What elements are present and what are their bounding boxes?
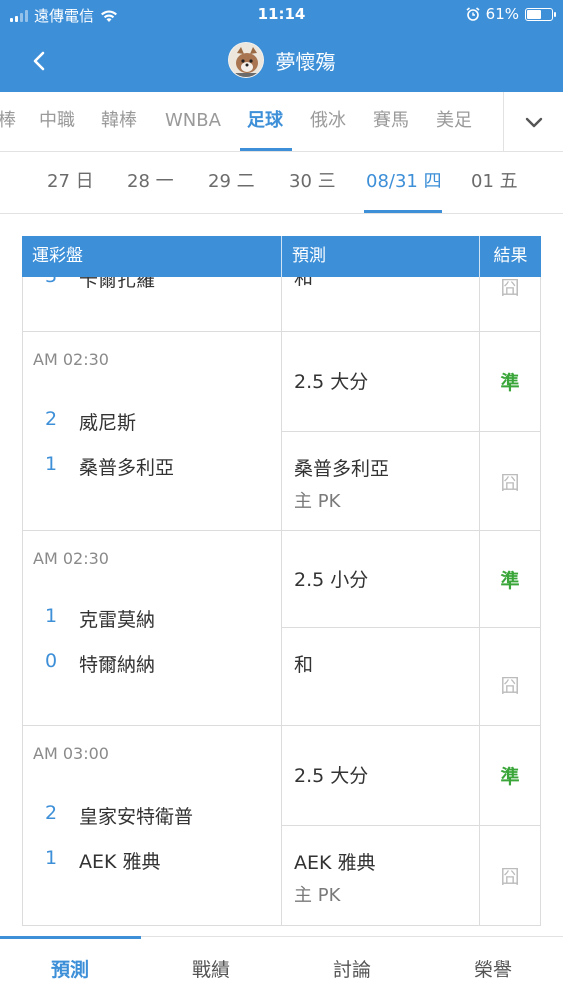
result-mark: 準 xyxy=(500,570,520,592)
pick-text: 2.5 大分 xyxy=(294,371,369,393)
pick-cell: 2.5 小分 xyxy=(282,531,480,627)
header-result: 結果 xyxy=(479,236,541,277)
away-score: 0 xyxy=(45,650,58,672)
tab-wnba[interactable]: WNBA xyxy=(165,92,221,151)
result-mark: 囧 xyxy=(500,277,520,299)
pick-text: 2.5 小分 xyxy=(294,569,369,591)
date-tab-underline xyxy=(364,210,442,213)
sport-tabs: 棒 中職 韓棒 WNBA 足球 俄冰 賽馬 美足 xyxy=(0,92,563,152)
dog-avatar-icon xyxy=(228,43,263,77)
table-row[interactable]: 3 卡爾扎羅 和 囧 xyxy=(22,265,541,332)
date-tab-0831[interactable]: 08/31 四 xyxy=(366,152,442,212)
more-tabs-button[interactable] xyxy=(503,92,563,151)
tab-kbo[interactable]: 韓棒 xyxy=(101,92,137,151)
result-mark: 準 xyxy=(500,766,520,788)
nav-record[interactable]: 戰績 xyxy=(141,937,281,1000)
tab-soccer[interactable]: 足球 xyxy=(247,92,283,151)
home-team-name: 皇家安特衛普 xyxy=(79,806,194,828)
kickoff-time: AM 03:00 xyxy=(33,744,109,763)
home-score: 1 xyxy=(45,605,58,627)
pick-text: 和 xyxy=(294,654,314,676)
table-row[interactable]: AM 02:30 2 威尼斯 1 桑普多利亞 2.5 大分 準 桑普多利亞 主 … xyxy=(22,332,541,531)
battery-percent: 61% xyxy=(485,5,519,23)
result-mark: 囧 xyxy=(500,675,520,697)
away-team-line: 0 特爾納納 xyxy=(23,650,282,676)
home-team-name: 克雷莫納 xyxy=(79,609,156,631)
teams-cell: AM 02:30 1 克雷莫納 0 特爾納納 xyxy=(23,531,282,725)
bottom-nav: 預測 戰績 討論 榮譽 xyxy=(0,936,563,1000)
pick-subtext: 主 PK xyxy=(294,885,341,906)
home-score: 2 xyxy=(45,802,58,824)
pick-subtext: 主 PK xyxy=(294,491,341,512)
status-right: 61% xyxy=(466,5,556,23)
header-prediction: 預測 xyxy=(281,236,479,277)
date-tab-27[interactable]: 27 日 xyxy=(47,152,94,212)
away-score: 1 xyxy=(45,453,58,475)
result-mark: 囧 xyxy=(500,866,520,888)
result-mark: 囧 xyxy=(500,472,520,494)
pick-cell: 2.5 大分 xyxy=(282,726,480,825)
pick-cell: 2.5 大分 xyxy=(282,332,480,431)
pick-cell: 和 xyxy=(282,628,480,725)
pick-cell: 桑普多利亞 主 PK xyxy=(282,432,480,530)
date-tab-01[interactable]: 01 五 xyxy=(471,152,518,212)
battery-icon xyxy=(525,7,556,21)
tab-baseball[interactable]: 棒 xyxy=(0,92,16,151)
away-team-name: AEK 雅典 xyxy=(79,851,161,873)
home-team-line: 1 克雷莫納 xyxy=(23,605,282,631)
nav-honors[interactable]: 榮譽 xyxy=(423,937,563,1000)
home-team-line: 2 皇家安特衛普 xyxy=(23,802,282,828)
home-team-line: 2 威尼斯 xyxy=(23,408,282,434)
title-wrap: 夢懷殤 xyxy=(0,42,563,78)
kickoff-time: AM 02:30 xyxy=(33,549,109,568)
date-tab-30[interactable]: 30 三 xyxy=(289,152,336,212)
table-row[interactable]: AM 02:30 1 克雷莫納 0 特爾納納 2.5 小分 準 和 囧 xyxy=(22,531,541,726)
home-team-name: 威尼斯 xyxy=(79,412,137,434)
away-team-line: 1 桑普多利亞 xyxy=(23,453,282,479)
nav-predictions[interactable]: 預測 xyxy=(0,937,140,1000)
away-team-name: 桑普多利亞 xyxy=(79,457,175,479)
pick-cell: AEK 雅典 主 PK xyxy=(282,826,480,925)
tab-cpbl[interactable]: 中職 xyxy=(39,92,75,151)
battery-level xyxy=(527,9,541,19)
pick-text: 2.5 大分 xyxy=(294,765,369,787)
away-score: 1 xyxy=(45,847,58,869)
chevron-down-icon xyxy=(525,117,542,127)
away-team-name: 特爾納納 xyxy=(79,654,156,676)
pick-text: 桑普多利亞 xyxy=(294,458,390,480)
pick-text: AEK 雅典 xyxy=(294,852,376,874)
predictions-table: 運彩盤 預測 結果 3 卡爾扎羅 和 囧 AM 02:30 2 威尼斯 1 桑普… xyxy=(22,236,541,936)
app-header: 遠傳電信 11:14 61% 夢懷殤 xyxy=(0,0,563,92)
away-team-line: 1 AEK 雅典 xyxy=(23,847,282,873)
tab-khl[interactable]: 俄冰 xyxy=(310,92,346,151)
pick-cell: 和 xyxy=(282,267,480,331)
nav-bar: 夢懷殤 xyxy=(0,30,563,92)
header-odds: 運彩盤 xyxy=(32,246,83,266)
result-mark: 準 xyxy=(500,372,520,394)
alarm-icon xyxy=(466,7,480,21)
tab-horse-racing[interactable]: 賽馬 xyxy=(373,92,409,151)
status-bar: 遠傳電信 11:14 61% xyxy=(0,0,563,30)
teams-cell: AM 03:00 2 皇家安特衛普 1 AEK 雅典 xyxy=(23,726,282,925)
date-tab-28[interactable]: 28 一 xyxy=(127,152,174,212)
teams-cell: 3 卡爾扎羅 xyxy=(23,265,282,331)
date-tabs: 27 日 28 一 29 二 30 三 08/31 四 01 五 xyxy=(0,152,563,214)
table-row[interactable]: AM 03:00 2 皇家安特衛普 1 AEK 雅典 2.5 大分 準 AEK … xyxy=(22,726,541,926)
home-score: 2 xyxy=(45,408,58,430)
page-title: 夢懷殤 xyxy=(275,49,336,74)
sport-tab-underline xyxy=(240,148,292,151)
date-tab-29[interactable]: 29 二 xyxy=(208,152,255,212)
kickoff-time: AM 02:30 xyxy=(33,350,109,369)
avatar[interactable] xyxy=(227,42,264,78)
table-header: 運彩盤 預測 結果 xyxy=(22,236,541,277)
nav-discussion[interactable]: 討論 xyxy=(282,937,422,1000)
tab-nfl[interactable]: 美足 xyxy=(436,92,472,151)
teams-cell: AM 02:30 2 威尼斯 1 桑普多利亞 xyxy=(23,332,282,530)
